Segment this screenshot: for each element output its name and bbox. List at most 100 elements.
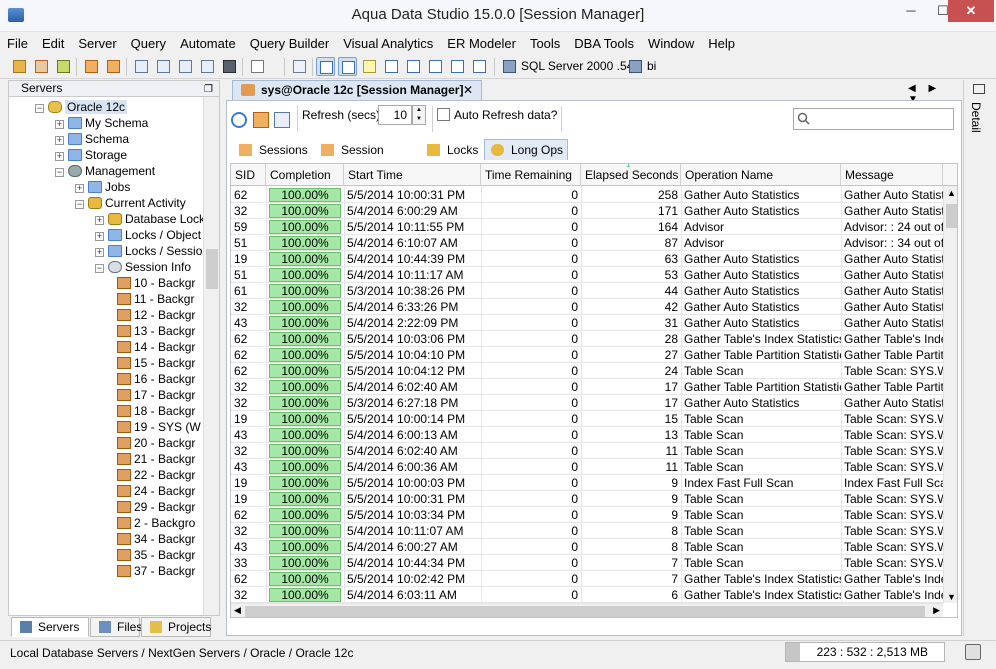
column-header-operation-name[interactable]: Operation Name (681, 164, 841, 186)
find-icon[interactable] (132, 57, 151, 76)
columns-view-icon[interactable] (404, 57, 423, 76)
table-row[interactable]: 32 100.00% 5/4/2014 6:03:11 AM 0 6 Gather Tab… (231, 587, 943, 603)
collapse-icon[interactable]: − (55, 168, 64, 177)
tree-item[interactable]: − Oracle 12c (35, 99, 128, 115)
open-file-icon[interactable] (248, 57, 267, 76)
new-query-icon[interactable] (10, 57, 29, 76)
text-view-icon[interactable] (426, 57, 445, 76)
table-row[interactable]: 51 100.00% 5/4/2014 10:11:17 AM 0 53 Gather A… (231, 267, 943, 283)
collapse-icon[interactable]: − (75, 200, 84, 209)
table-row[interactable]: 61 100.00% 5/3/2014 10:38:26 PM 0 44 Gather A… (231, 283, 943, 299)
column-header-completion[interactable]: Completion (266, 164, 344, 186)
expand-icon[interactable]: + (55, 120, 64, 129)
grid-horizontal-thumb[interactable] (245, 606, 925, 617)
menu-tools[interactable]: Tools (523, 33, 567, 55)
tree-item[interactable]: 11 - Backgr (117, 291, 194, 307)
table-row[interactable]: 59 100.00% 5/5/2014 10:11:55 PM 0 164 Advisor… (231, 219, 943, 235)
menu-dba-tools[interactable]: DBA Tools (567, 33, 641, 55)
table-row[interactable]: 33 100.00% 5/4/2014 10:44:34 PM 0 7 Table Sca… (231, 555, 943, 571)
restore-icon[interactable]: ❐ (204, 82, 213, 97)
scroll-down-icon[interactable]: ▼ (947, 592, 956, 602)
tree-item[interactable]: 15 - Backgr (117, 355, 195, 371)
tree-item[interactable]: 20 - Backgr (117, 435, 195, 451)
tab-projects[interactable]: Projects (141, 617, 211, 637)
layout-grid-icon[interactable] (316, 57, 335, 76)
tree-item[interactable]: 17 - Backgr (117, 387, 195, 403)
menu-edit[interactable]: Edit (35, 33, 71, 55)
tree-item[interactable]: + Schema (55, 131, 129, 147)
garbage-collect-icon[interactable] (965, 644, 981, 660)
table-row[interactable]: 19 100.00% 5/5/2014 10:00:31 PM 0 9 Table Sca… (231, 491, 943, 507)
subtab-session-stats[interactable]: Session Stats (314, 139, 414, 177)
auto-refresh-checkbox[interactable] (437, 108, 450, 121)
table-row[interactable]: 19 100.00% 5/4/2014 10:44:39 PM 0 63 Gather A… (231, 251, 943, 267)
layout-form-icon[interactable] (338, 57, 357, 76)
table-row[interactable]: 32 100.00% 5/4/2014 10:11:07 AM 0 8 Table Sca… (231, 523, 943, 539)
schema-compare-icon[interactable] (198, 57, 217, 76)
subtab-sessions[interactable]: Sessions (232, 139, 310, 160)
refresh-spinner[interactable]: ▲ ▼ (412, 105, 426, 125)
grid-horizontal-scrollbar[interactable]: ◀ ▶ (231, 603, 943, 617)
tree-item[interactable]: 2 - Backgro (117, 515, 195, 531)
column-header-time-remaining[interactable]: Time Remaining (481, 164, 581, 186)
tree-item[interactable]: 35 - Backgr (117, 547, 195, 563)
tree-item[interactable]: + My Schema (55, 115, 148, 131)
table-row[interactable]: 51 100.00% 5/4/2014 6:10:07 AM 0 87 Advisor Ad… (231, 235, 943, 251)
tree-item[interactable]: 16 - Backgr (117, 371, 195, 387)
tree-item[interactable]: + Jobs (75, 179, 130, 195)
scroll-left-icon[interactable]: ◀ (234, 605, 241, 616)
notes-icon[interactable] (360, 57, 379, 76)
tree-item[interactable]: 22 - Backgr (117, 467, 195, 483)
table-row[interactable]: 62 100.00% 5/5/2014 10:03:34 PM 0 9 Table Sca… (231, 507, 943, 523)
column-header-message[interactable]: Message (841, 164, 943, 186)
tree-item[interactable]: − Session Info (95, 259, 191, 275)
kill-session-icon[interactable] (253, 112, 269, 128)
scroll-right-icon[interactable]: ▶ (933, 605, 940, 616)
register-server-icon[interactable] (32, 57, 51, 76)
column-header-elapsed-seconds[interactable]: Elapsed Seconds (581, 164, 681, 186)
grid-vertical-thumb[interactable] (946, 204, 957, 228)
grid-vertical-scrollbar[interactable]: ▲ ▼ (943, 186, 957, 603)
tree-item[interactable]: 24 - Backgr (117, 483, 195, 499)
menu-server[interactable]: Server (71, 33, 123, 55)
expand-icon[interactable]: + (95, 248, 104, 257)
table-row[interactable]: 43 100.00% 5/4/2014 6:00:27 AM 0 8 Table Scan… (231, 539, 943, 555)
subtab-long-ops[interactable]: Long Ops (484, 139, 568, 160)
tree-item[interactable]: + Locks / Object (95, 227, 201, 243)
search-input[interactable] (793, 108, 954, 130)
expand-icon[interactable]: + (95, 216, 104, 225)
table-row[interactable]: 19 100.00% 5/5/2014 10:00:14 PM 0 15 Table Sc… (231, 411, 943, 427)
compare-icon[interactable] (176, 57, 195, 76)
table-row[interactable]: 62 100.00% 5/5/2014 10:03:06 PM 0 28 Gather T… (231, 331, 943, 347)
table-row[interactable]: 32 100.00% 5/4/2014 6:00:29 AM 0 171 Gather A… (231, 203, 943, 219)
menu-visual-analytics[interactable]: Visual Analytics (336, 33, 440, 55)
tree-item[interactable]: 37 - Backgr (117, 563, 195, 579)
menu-er-modeler[interactable]: ER Modeler (440, 33, 523, 55)
tree-item[interactable]: 18 - Backgr (117, 403, 195, 419)
tree-item[interactable]: 21 - Backgr (117, 451, 195, 467)
expand-icon[interactable]: + (95, 232, 104, 241)
tree-item[interactable]: 19 - SYS (W (117, 419, 201, 435)
column-header-sid[interactable]: SID (231, 164, 266, 186)
tree-item[interactable]: 12 - Backgr (117, 307, 195, 323)
tree-item[interactable]: − Current Activity (75, 195, 186, 211)
server-selector[interactable]: SQL Server 2000 .54 (521, 59, 633, 73)
table-row[interactable]: 32 100.00% 5/4/2014 6:33:26 PM 0 42 Gather Au… (231, 299, 943, 315)
tree-item[interactable]: 13 - Backgr (117, 323, 195, 339)
database-selector[interactable]: bi (647, 59, 656, 73)
table-row[interactable]: 43 100.00% 5/4/2014 2:22:09 PM 0 31 Gather Au… (231, 315, 943, 331)
menu-file[interactable]: File (0, 33, 35, 55)
menu-help[interactable]: Help (701, 33, 742, 55)
refresh-seconds-input[interactable]: 10 (378, 105, 412, 125)
table-row[interactable]: 32 100.00% 5/3/2014 6:27:18 PM 0 17 Gather Au… (231, 395, 943, 411)
tab-navigation-arrows[interactable]: ◀ ▶ ▼ (908, 83, 958, 105)
refresh-icon[interactable] (231, 112, 247, 128)
table-row[interactable]: 43 100.00% 5/4/2014 6:00:13 AM 0 13 Table Sca… (231, 427, 943, 443)
tree-item[interactable]: 29 - Backgr (117, 499, 195, 515)
script-icon[interactable] (290, 57, 309, 76)
table-row[interactable]: 62 100.00% 5/5/2014 10:02:42 PM 0 7 Gather Ta… (231, 571, 943, 587)
connect-icon[interactable] (54, 57, 73, 76)
minimize-button[interactable]: ─ (895, 0, 927, 22)
tree-item[interactable]: − Management (55, 163, 155, 179)
expand-icon[interactable]: + (55, 136, 64, 145)
